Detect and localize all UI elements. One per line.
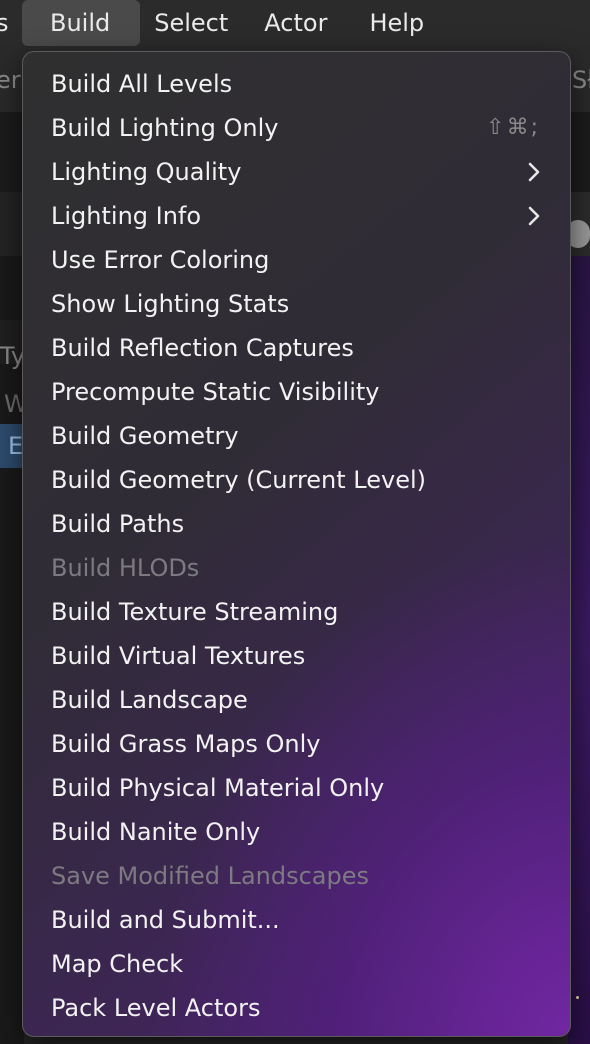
menu-item-label: Build Paths — [51, 510, 185, 538]
menu-item-label: Build Geometry (Current Level) — [51, 466, 427, 494]
menu-item-label: Show Lighting Stats — [51, 290, 290, 318]
menu-bar: s Build Select Actor Help — [0, 0, 590, 46]
menu-item-label: Build Reflection Captures — [51, 334, 354, 362]
menubar-item-actor[interactable]: Actor — [246, 0, 345, 46]
menu-item-build-lighting-only[interactable]: Build Lighting Only ⇧⌘; — [23, 106, 570, 150]
menu-item-label: Build Grass Maps Only — [51, 730, 321, 758]
menu-item-label: Build HLODs — [51, 554, 200, 582]
menubar-item-select[interactable]: Select — [140, 0, 246, 46]
menu-item-build-geometry-current-level[interactable]: Build Geometry (Current Level) — [23, 458, 570, 502]
build-menu-dropdown: Build All Levels Build Lighting Only ⇧⌘; Li… — [22, 51, 571, 1037]
menu-item-lighting-info[interactable]: Lighting Info — [23, 194, 570, 238]
menu-item-label: Build Texture Streaming — [51, 598, 339, 626]
menu-item-use-error-coloring[interactable]: Use Error Coloring — [23, 238, 570, 282]
level-viewport[interactable] — [568, 256, 590, 1044]
menu-item-build-nanite-only[interactable]: Build Nanite Only — [23, 810, 570, 854]
menu-item-label: Pack Level Actors — [51, 994, 261, 1022]
menu-item-label: Lighting Quality — [51, 158, 242, 186]
background-toolbar-text-left: er — [0, 66, 21, 94]
menubar-item-truncated[interactable]: s — [0, 0, 10, 46]
keyboard-shortcut: ⇧⌘; — [486, 115, 540, 140]
screen: er Sł Ty W E s Build Select Actor Help B… — [0, 0, 590, 1044]
menu-item-map-check[interactable]: Map Check — [23, 942, 570, 986]
outliner-row-selected-label[interactable]: E — [8, 432, 23, 460]
chevron-right-icon — [528, 162, 540, 182]
menu-item-precompute-static-visibility[interactable]: Precompute Static Visibility — [23, 370, 570, 414]
menu-item-label: Build Lighting Only — [51, 114, 279, 142]
menu-item-pack-level-actors[interactable]: Pack Level Actors — [23, 986, 570, 1030]
menu-item-show-lighting-stats[interactable]: Show Lighting Stats — [23, 282, 570, 326]
menu-item-build-physical-material-only[interactable]: Build Physical Material Only — [23, 766, 570, 810]
menu-item-label: Build and Submit... — [51, 906, 280, 934]
menu-item-label: Build Nanite Only — [51, 818, 261, 846]
menu-item-label: Use Error Coloring — [51, 246, 270, 274]
menu-item-label: Build Geometry — [51, 422, 239, 450]
menu-item-build-all-levels[interactable]: Build All Levels — [23, 62, 570, 106]
menu-item-label: Build Landscape — [51, 686, 248, 714]
menu-item-label: Lighting Info — [51, 202, 202, 230]
build-menu-list: Build All Levels Build Lighting Only ⇧⌘; Li… — [23, 52, 570, 1030]
menu-item-build-landscape[interactable]: Build Landscape — [23, 678, 570, 722]
menu-item-label: Precompute Static Visibility — [51, 378, 380, 406]
menu-item-label: Build Physical Material Only — [51, 774, 385, 802]
menu-item-label: Save Modified Landscapes — [51, 862, 370, 890]
menu-item-label: Map Check — [51, 950, 184, 978]
menu-item-build-reflection-captures[interactable]: Build Reflection Captures — [23, 326, 570, 370]
chevron-right-icon — [528, 206, 540, 226]
menu-item-build-grass-maps-only[interactable]: Build Grass Maps Only — [23, 722, 570, 766]
menu-item-save-modified-landscapes: Save Modified Landscapes — [23, 854, 570, 898]
menu-item-build-hlods: Build HLODs — [23, 546, 570, 590]
menu-item-label: Build Virtual Textures — [51, 642, 306, 670]
menubar-item-build[interactable]: Build — [22, 0, 141, 46]
menu-item-lighting-quality[interactable]: Lighting Quality — [23, 150, 570, 194]
menu-item-build-and-submit[interactable]: Build and Submit... — [23, 898, 570, 942]
menubar-item-help[interactable]: Help — [345, 0, 442, 46]
viewport-star — [576, 996, 579, 999]
outliner-panel — [0, 256, 24, 1044]
menu-item-build-virtual-textures[interactable]: Build Virtual Textures — [23, 634, 570, 678]
background-toolbar-text-right: Sł — [572, 66, 590, 94]
menu-item-label: Build All Levels — [51, 70, 233, 98]
menu-item-build-texture-streaming[interactable]: Build Texture Streaming — [23, 590, 570, 634]
menu-item-build-paths[interactable]: Build Paths — [23, 502, 570, 546]
menu-item-build-geometry[interactable]: Build Geometry — [23, 414, 570, 458]
